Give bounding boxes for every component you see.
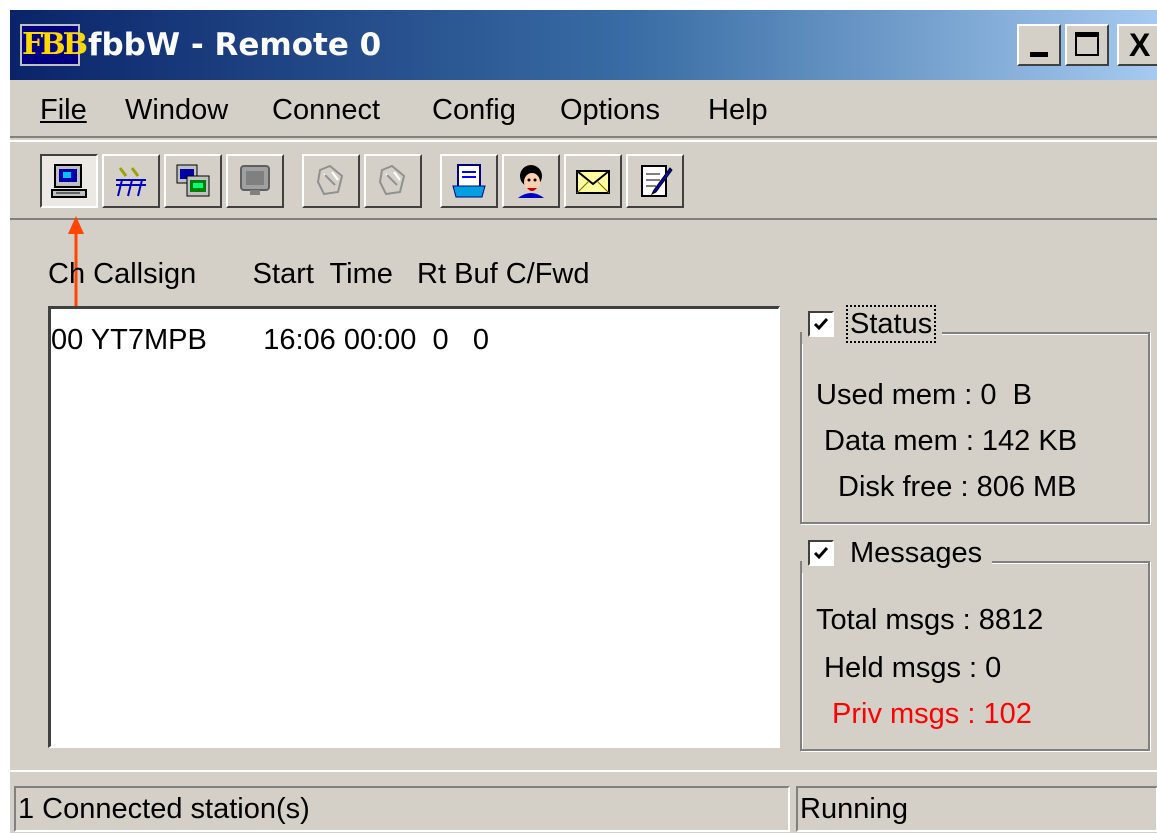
menu-file[interactable]: File [40,92,87,128]
message-editor-icon [452,164,486,198]
status-legend: Status [802,304,943,344]
user-face-icon [518,165,544,198]
priv-msgs-value: Priv msgs : 102 [832,698,1032,730]
toolbar-notes-button[interactable] [626,154,684,208]
close-button[interactable]: X [1117,24,1157,66]
menu-window[interactable]: Window [125,92,228,128]
menu-options-label: Options [560,94,660,126]
toolbar-ports-button[interactable] [102,154,160,208]
menu-options[interactable]: Options [560,92,660,128]
disabled-tool-icon [378,164,406,196]
cascade-windows-icon [176,164,210,197]
toolbar-disabled-button-2[interactable] [364,154,422,208]
app-window: FBB fbbW - Remote 0 X File Window Connec… [8,8,1157,833]
antenna-ports-icon [116,167,146,197]
toolbar-cascade-button[interactable] [164,154,222,208]
menu-connect[interactable]: Connect [272,92,380,128]
connected-stations-status: 1 Connected station(s) [14,786,790,832]
minimize-button[interactable] [1017,24,1061,66]
close-icon: X [1129,27,1151,63]
toolbar-screen-button[interactable] [226,154,284,208]
channel-list[interactable]: 00 YT7MPB 16:06 00:00 0 0 [48,306,780,748]
disk-free-value: Disk free : 806 MB [838,471,1077,503]
messages-checkbox[interactable] [808,540,834,566]
toolbar [10,140,1157,220]
notepad-edit-icon [641,165,673,197]
total-msgs-value: Total msgs : 8812 [816,604,1044,636]
status-group: Status Used mem : 0 B Data mem : 142 KB … [800,304,1150,524]
maximize-icon [1075,32,1099,56]
menu-window-label: Window [125,94,229,126]
channel-list-header: Ch Callsign Start Time Rt Buf C/Fwd [48,258,590,290]
toolbar-users-button[interactable] [502,154,560,208]
menu-help-label: Help [708,94,768,126]
fbb-logo-icon: FBB [20,24,88,66]
toolbar-disabled-button-1[interactable] [302,154,360,208]
toolbar-mail-button[interactable] [564,154,622,208]
used-mem-value: Used mem : 0 B [816,379,1032,411]
menu-bar: File Window Connect Config Options Help [10,82,1157,138]
status-label[interactable]: Status [845,305,937,343]
list-item[interactable]: 00 YT7MPB 16:06 00:00 0 0 [51,323,489,357]
messages-group: Messages Total msgs : 8812 Held msgs : 0… [800,533,1150,751]
menu-connect-label: Connect [272,94,381,126]
messages-legend: Messages [802,533,993,573]
minimize-icon [1030,52,1048,57]
title-bar[interactable]: FBB fbbW - Remote 0 X [10,10,1157,80]
window-title: fbbW - Remote 0 [88,27,382,63]
menu-help[interactable]: Help [708,92,768,128]
menu-config-label: Config [432,94,516,126]
toolbar-monitor-button[interactable] [40,154,98,208]
status-checkbox[interactable] [808,311,834,337]
status-bar: 1 Connected station(s) Running [10,770,1157,833]
disabled-tool-icon [316,164,344,196]
monitor-off-icon [240,165,270,195]
checkmark-icon [813,318,829,331]
data-mem-value: Data mem : 142 KB [824,425,1078,457]
menu-config[interactable]: Config [432,92,516,128]
maximize-button[interactable] [1065,24,1109,66]
run-state-status: Running [796,786,1157,832]
checkmark-icon [813,547,829,560]
held-msgs-value: Held msgs : 0 [824,652,1002,684]
envelope-icon [576,170,610,194]
toolbar-editor-button[interactable] [440,154,498,208]
menu-file-label: File [40,94,87,126]
messages-label[interactable]: Messages [848,536,984,570]
computer-monitor-icon [51,164,87,198]
